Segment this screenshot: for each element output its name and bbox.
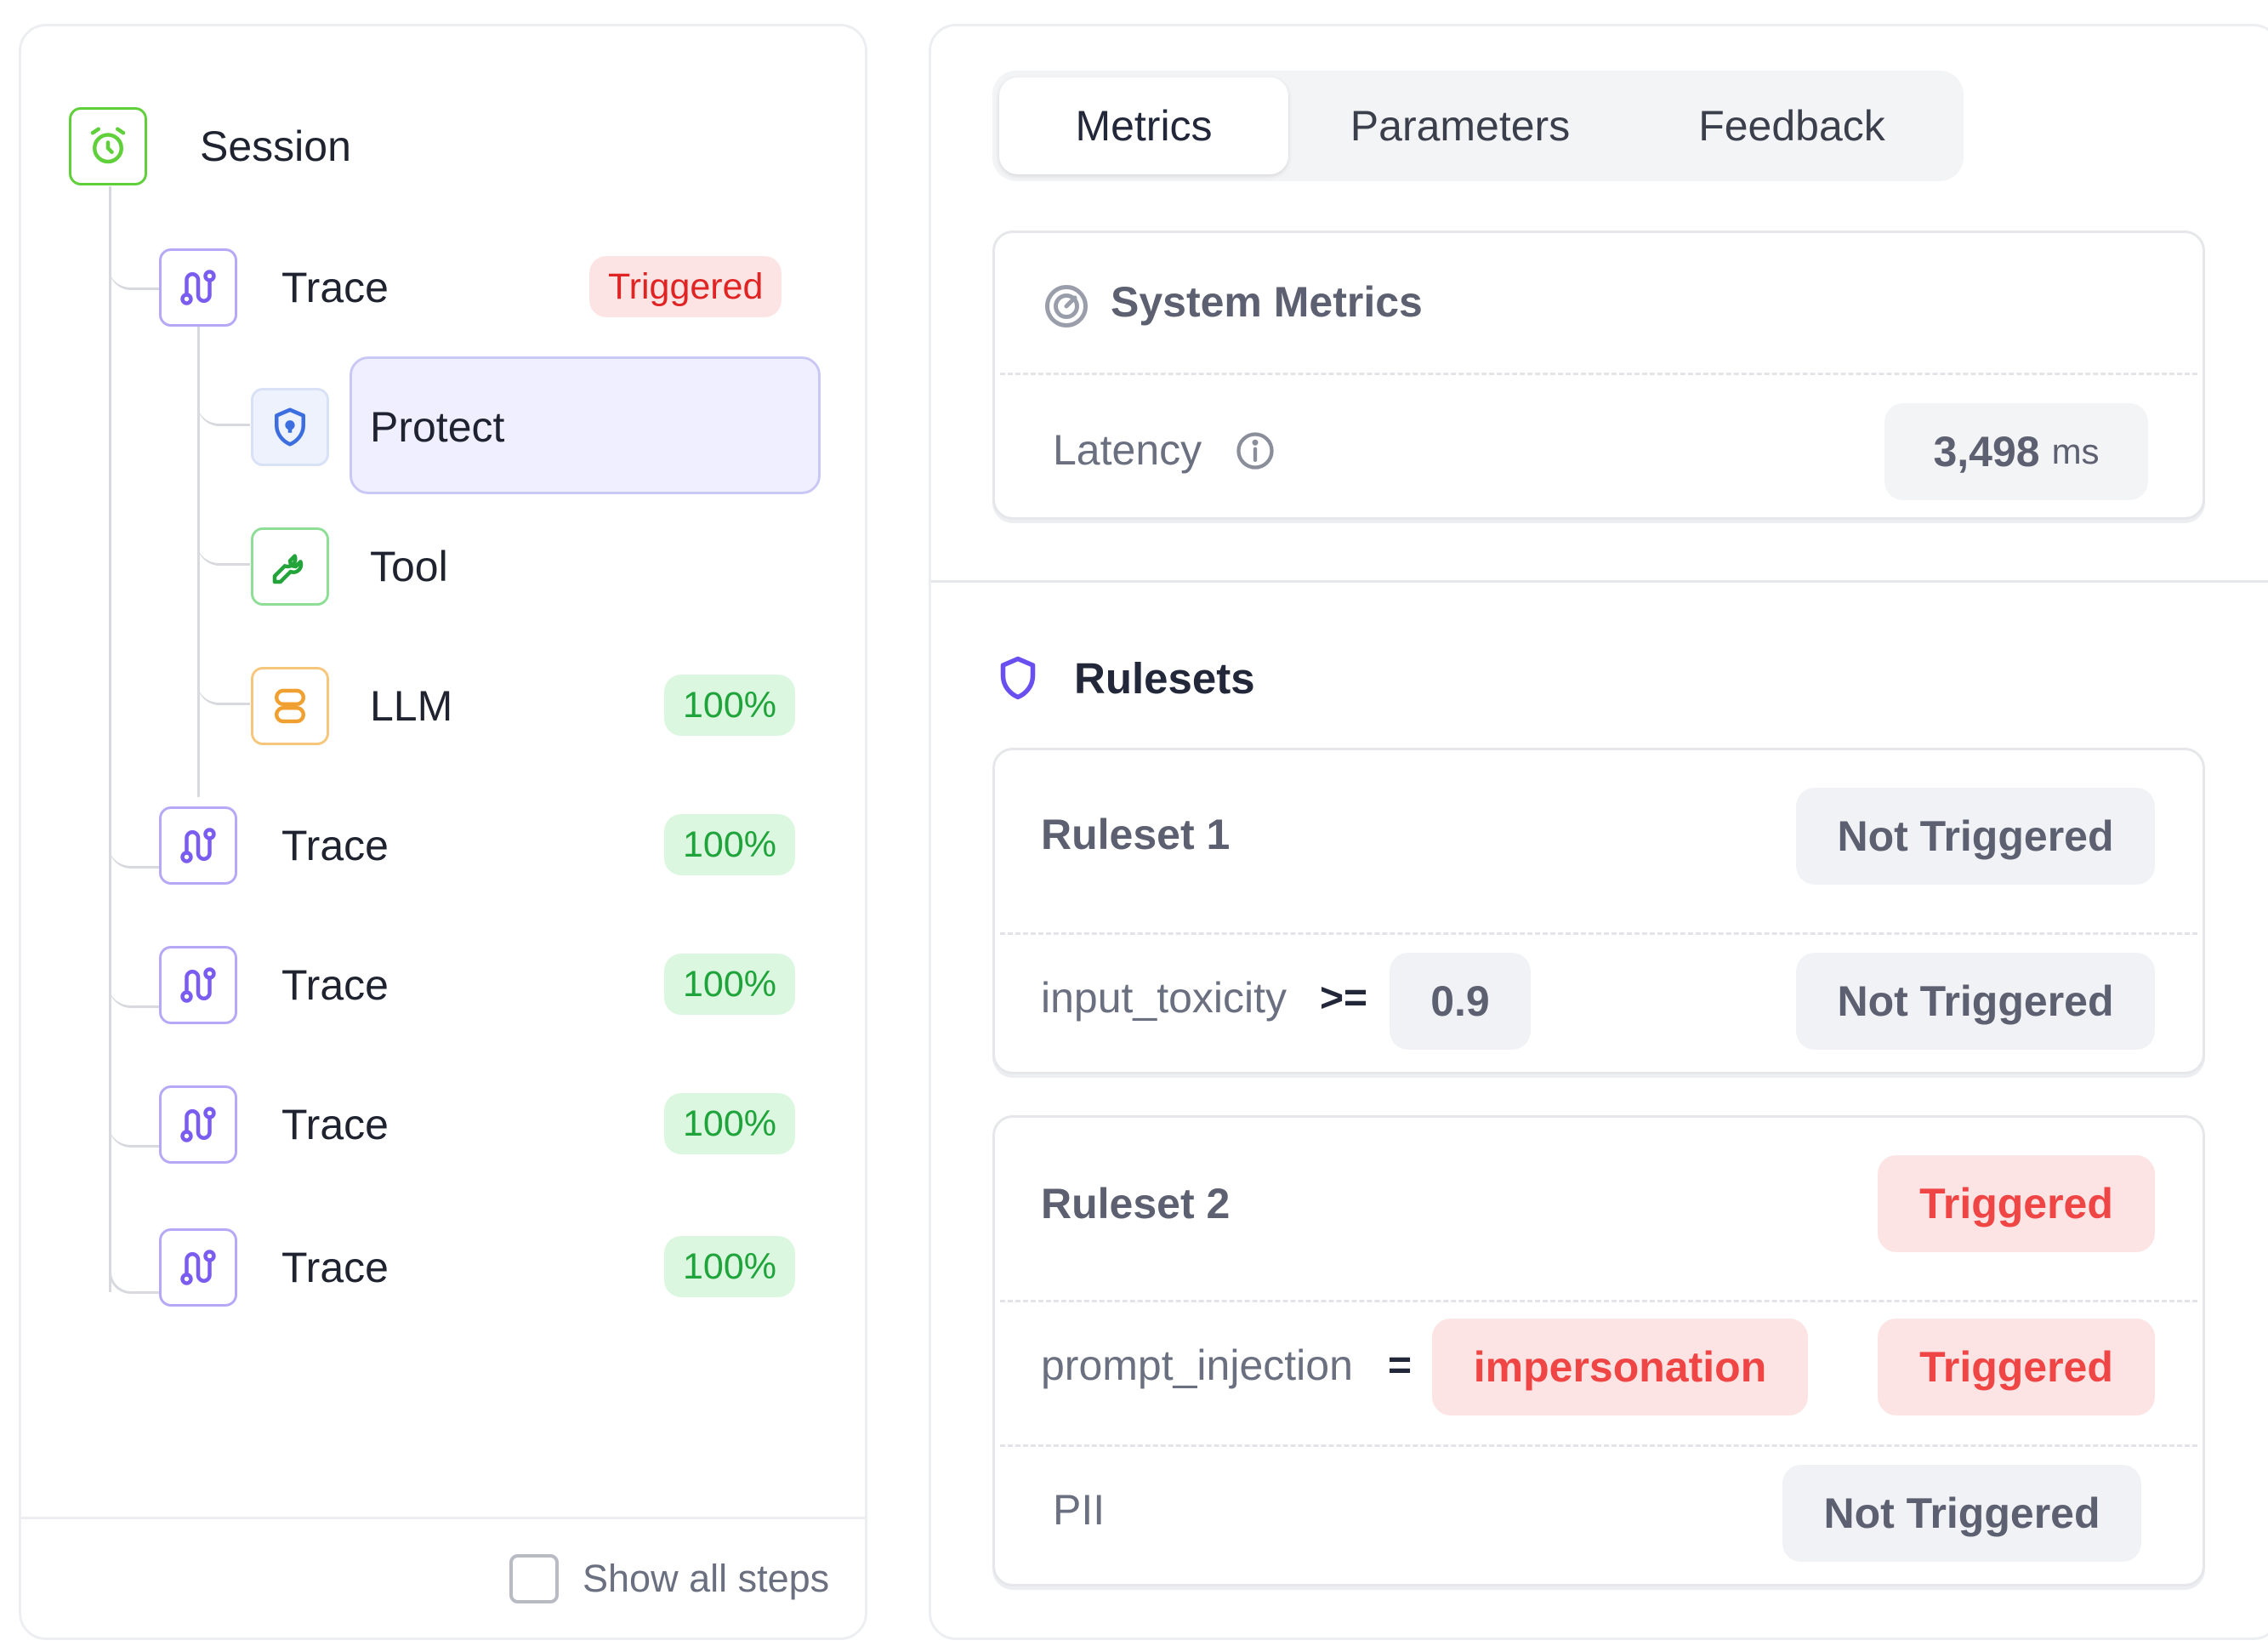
trace-label: Trace <box>281 822 389 869</box>
llm-label: LLM <box>370 682 453 730</box>
ruleset-card: Ruleset 2 Triggered prompt_injection = i… <box>992 1115 2205 1586</box>
trace-label: Trace <box>281 961 389 1009</box>
trace-label: Trace <box>281 1244 389 1291</box>
tree-elbow <box>109 957 162 1008</box>
database-icon <box>251 667 329 745</box>
trace-tree-panel: Session Trace Triggered Protect Tool LLM… <box>19 24 867 1640</box>
trace-label: Trace <box>281 1101 389 1148</box>
tree-elbow <box>109 817 162 869</box>
status-badge: 100% <box>664 814 795 875</box>
tab-parameters[interactable]: Parameters <box>1299 77 1622 174</box>
dashed-divider <box>1000 1444 2197 1447</box>
rule-status: Not Triggered <box>1782 1465 2141 1562</box>
status-badge: 100% <box>664 954 795 1015</box>
ruleset-title: Ruleset 2 <box>1041 1180 1231 1227</box>
tab-bar: Metrics Parameters Feedback <box>992 71 1964 181</box>
tree-elbow <box>197 515 250 566</box>
rule-metric: prompt_injection <box>1041 1341 1353 1389</box>
ruleset-status: Triggered <box>1878 1155 2155 1252</box>
tree-elbow <box>197 654 250 705</box>
show-all-steps-toggle[interactable]: Show all steps <box>509 1554 829 1603</box>
tab-feedback[interactable]: Feedback <box>1630 77 1953 174</box>
rulesets-header: Rulesets <box>992 652 1255 703</box>
ruleset-card: Ruleset 1 Not Triggered input_toxicity >… <box>992 748 2205 1074</box>
tree-node-trace[interactable]: Trace <box>159 945 389 1025</box>
system-metrics-title: System Metrics <box>1111 278 1423 326</box>
tree-elbow <box>109 1243 162 1294</box>
tree-elbow <box>197 375 250 426</box>
route-icon <box>159 1228 237 1307</box>
rule-value: impersonation <box>1432 1319 1808 1415</box>
show-all-steps-label: Show all steps <box>583 1557 830 1600</box>
alarm-clock-icon <box>69 107 147 185</box>
details-panel: Metrics Parameters Feedback System Metri… <box>929 24 2268 1640</box>
status-badge: Triggered <box>589 256 782 317</box>
rule-operator: = <box>1388 1343 1413 1388</box>
dashed-divider <box>1000 373 2197 375</box>
tree-node-trace[interactable]: Trace <box>159 806 389 886</box>
tree-node-tool[interactable]: Tool <box>251 527 448 607</box>
ruleset-title: Ruleset 1 <box>1041 811 1231 858</box>
dashed-divider <box>1000 932 2197 935</box>
status-badge: 100% <box>664 1093 795 1154</box>
rulesets-title: Rulesets <box>1074 653 1255 703</box>
rule-metric: input_toxicity <box>1041 974 1287 1022</box>
route-icon <box>159 806 237 885</box>
rule-status: Not Triggered <box>1796 953 2155 1050</box>
latency-label: Latency <box>1053 426 1202 474</box>
rule-status: Triggered <box>1878 1319 2155 1415</box>
trace-label: Trace <box>281 264 389 311</box>
tree-node-protect[interactable]: Protect <box>251 387 504 467</box>
protect-label: Protect <box>370 403 505 451</box>
show-all-steps-checkbox[interactable] <box>509 1554 559 1603</box>
panel-divider <box>21 1517 865 1519</box>
tree-node-trace[interactable]: Trace <box>159 1085 389 1165</box>
latency-value-box: 3,498 ms <box>1884 403 2148 500</box>
shield-lock-icon <box>251 388 329 466</box>
gauge-icon <box>1045 285 1088 327</box>
tree-elbow <box>109 1096 162 1148</box>
ruleset-status: Not Triggered <box>1796 788 2155 885</box>
dashed-divider <box>1000 1300 2197 1302</box>
rule-operator: >= <box>1320 976 1368 1021</box>
tree-node-session[interactable]: Session <box>69 106 351 186</box>
tree-elbow <box>109 239 162 290</box>
system-metrics-card: System Metrics Latency 3,498 ms <box>992 231 2205 520</box>
tab-metrics[interactable]: Metrics <box>999 77 1288 174</box>
status-badge: 100% <box>664 675 795 736</box>
status-badge: 100% <box>664 1236 795 1297</box>
tool-label: Tool <box>370 543 448 590</box>
session-label: Session <box>200 122 351 170</box>
shield-icon <box>1000 656 1036 700</box>
latency-value: 3,498 <box>1933 428 2040 476</box>
route-icon <box>159 1085 237 1164</box>
tree-node-trace[interactable]: Trace <box>159 248 389 327</box>
rule-threshold: 0.9 <box>1390 953 1531 1050</box>
tree-node-llm[interactable]: LLM <box>251 666 452 746</box>
section-divider <box>931 580 2268 583</box>
tree-node-trace[interactable]: Trace <box>159 1227 389 1307</box>
latency-unit: ms <box>2051 431 2100 471</box>
route-icon <box>159 248 237 327</box>
rule-metric: PII <box>1053 1486 1106 1534</box>
info-icon[interactable] <box>1233 429 1277 473</box>
route-icon <box>159 946 237 1024</box>
wrench-icon <box>251 527 329 606</box>
